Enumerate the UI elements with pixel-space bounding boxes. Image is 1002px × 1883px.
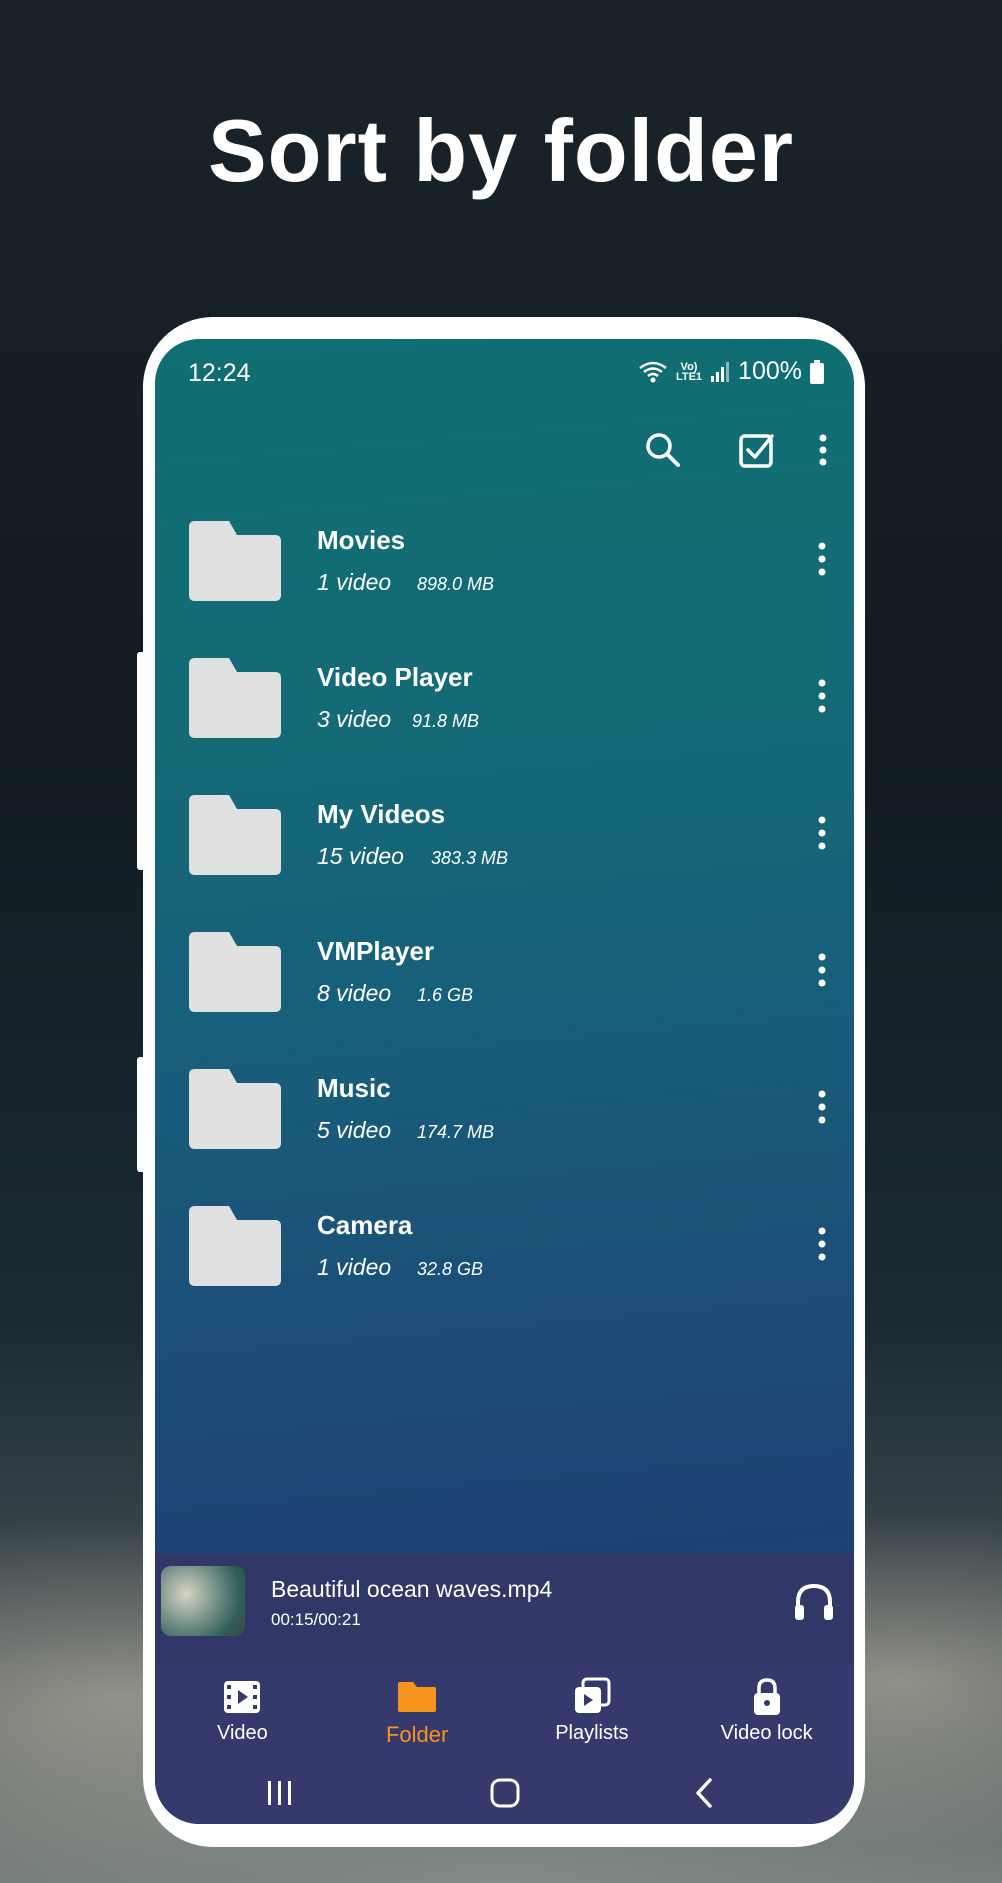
lock-icon [753,1678,780,1715]
folder-size: 1.6 GB [417,985,474,1005]
playlist-icon [574,1677,611,1713]
status-time: 12:24 [188,359,251,387]
system-nav-bar [155,1759,854,1824]
recent-apps-icon[interactable] [260,1773,300,1813]
folder-video-count: 1 video [317,1254,392,1280]
back-icon[interactable] [685,1773,725,1813]
video-thumbnail[interactable] [161,1566,245,1636]
folder-size: 174.7 MB [417,1122,495,1142]
volte-top-label: Vo) [680,360,698,373]
phone-side-button [137,652,145,870]
folder-item[interactable]: My Videos 15 video 383.3 MB [155,773,854,910]
now-playing-title: Beautiful ocean waves.mp4 [271,1576,553,1602]
folder-size: 898.0 MB [417,574,495,594]
folder-video-count: 3 video [317,706,392,732]
mini-player[interactable]: Beautiful ocean waves.mp4 00:15/00:21 [155,1554,854,1664]
folder-icon [189,1069,281,1149]
folder-item[interactable]: Camera 1 video 32.8 GB [155,1184,854,1321]
app-screen: 12:24 Vo) LTE1 100% Movies 1 video 898.0… [155,339,854,1824]
volte-bottom-label: LTE1 [675,370,703,383]
folder-size: 32.8 GB [417,1259,484,1279]
more-vert-icon[interactable] [812,539,832,579]
folder-icon [189,521,281,601]
select-check-icon[interactable] [734,427,780,473]
search-icon[interactable] [640,427,686,473]
folder-video-count: 1 video [317,569,392,595]
more-vert-icon[interactable] [812,676,832,716]
nav-label: Video [216,1722,268,1744]
volte-indicator: Vo) LTE1 [675,360,703,383]
nav-folder[interactable]: Folder [330,1664,505,1759]
folder-name: Camera [317,1210,413,1240]
folder-item[interactable]: Music 5 video 174.7 MB [155,1047,854,1184]
more-vert-icon[interactable] [812,950,832,990]
headline: Sort by folder [207,101,795,200]
folder-video-count: 8 video [317,980,392,1006]
nav-video[interactable]: Video [155,1664,330,1759]
folder-icon [398,1682,437,1712]
folder-icon [189,932,281,1012]
nav-playlists[interactable]: Playlists [505,1664,680,1759]
toolbar [155,419,854,489]
signal-icon [711,361,730,382]
home-icon[interactable] [485,1773,525,1813]
status-icons: Vo) LTE1 100% [638,357,824,386]
wifi-icon [639,361,667,382]
folder-item[interactable]: VMPlayer 8 video 1.6 GB [155,910,854,1047]
folder-video-count: 5 video [317,1117,392,1143]
battery-icon [810,359,824,384]
more-vert-icon[interactable] [812,813,832,853]
folder-name: Music [317,1073,391,1103]
folder-name: Movies [317,525,406,555]
folder-name: My Videos [317,799,446,829]
folder-list: Movies 1 video 898.0 MB Video Player 3 v… [155,499,854,1321]
status-bar: 12:24 Vo) LTE1 100% [155,339,854,399]
film-icon [224,1681,261,1713]
bottom-nav: Video Folder Playlists Video lock [155,1664,854,1759]
folder-size: 383.3 MB [431,848,509,868]
headphone-icon[interactable] [792,1580,836,1624]
folder-icon [189,1206,281,1286]
folder-icon [189,658,281,738]
phone-side-button [137,1057,145,1172]
folder-icon [189,795,281,875]
folder-video-count: 15 video [317,843,404,869]
nav-label: Folder [385,1722,449,1747]
folder-name: VMPlayer [317,936,435,966]
more-vert-icon[interactable] [812,1224,832,1264]
now-playing-time: 00:15/00:21 [271,1610,361,1629]
folder-item[interactable]: Movies 1 video 898.0 MB [155,499,854,636]
folder-name: Video Player [317,662,473,692]
folder-item[interactable]: Video Player 3 video 91.8 MB [155,636,854,773]
nav-label: Playlists [555,1722,629,1744]
nav-video-lock[interactable]: Video lock [679,1664,854,1759]
more-vert-icon[interactable] [812,1087,832,1127]
more-vert-icon[interactable] [800,427,846,473]
battery-percent: 100% [738,357,802,385]
folder-size: 91.8 MB [412,711,480,731]
nav-label: Video lock [720,1722,813,1744]
